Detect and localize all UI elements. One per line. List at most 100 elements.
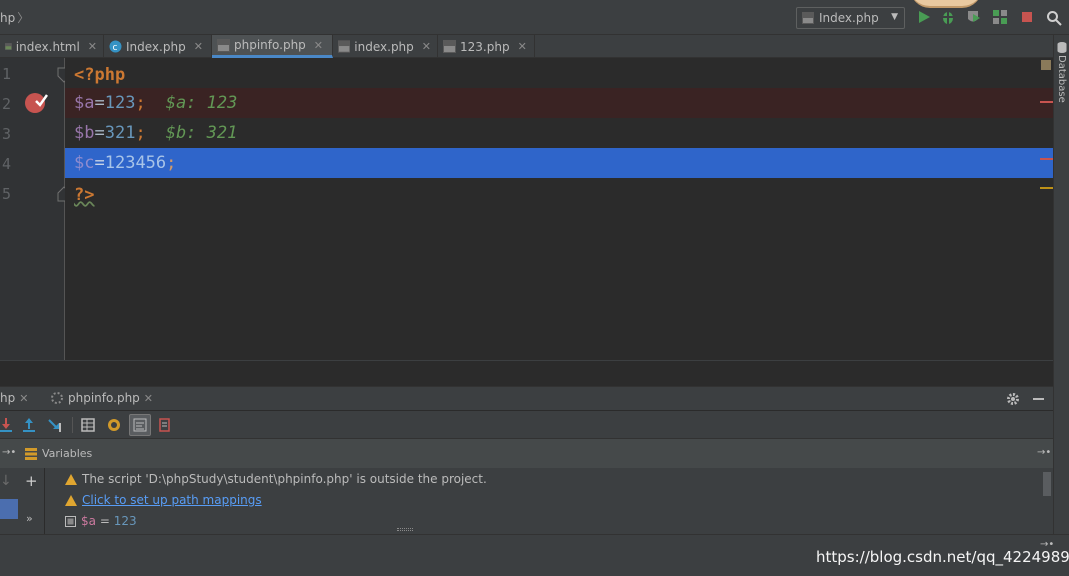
path-mapping-row: Click to set up path mappings (65, 493, 262, 507)
database-icon[interactable] (1057, 42, 1067, 53)
watermark: https://blog.csdn.net/qq_42249896 (816, 548, 1069, 566)
php-file-icon (802, 12, 814, 24)
tab-label: index.html (15, 39, 80, 54)
number: 321 (104, 123, 136, 143)
editor-gutter[interactable]: 1 2 3 4 5 (0, 58, 71, 360)
inspection-status-icon[interactable] (1041, 60, 1051, 70)
selected-frame[interactable] (0, 499, 18, 519)
variable: $a (74, 93, 95, 113)
inline-debug-value: $b: 321 (165, 123, 238, 143)
close-icon[interactable]: ✕ (518, 40, 527, 53)
more-icon[interactable]: » (26, 512, 33, 525)
tab-phpinfo-php[interactable]: phpinfo.php ✕ (212, 35, 333, 58)
path-mappings-link[interactable]: Click to set up path mappings (82, 493, 262, 507)
variable-row[interactable]: $a = 123 (65, 514, 137, 528)
run-config-label: Index.php (819, 11, 879, 25)
tab-123-php[interactable]: 123.php ✕ (438, 35, 535, 58)
semicolon: ; (135, 93, 146, 113)
debug-session-tabs: hp ✕ phpinfo.php ✕ (0, 386, 1053, 410)
semicolon: ; (166, 153, 177, 173)
tab-label: 123.php (460, 39, 510, 54)
tab-index-php[interactable]: index.php ✕ (333, 35, 438, 58)
line-number: 1 (2, 65, 12, 83)
pin-icon[interactable]: →• (1037, 447, 1051, 458)
close-icon[interactable]: ✕ (88, 40, 97, 53)
tab-label: index.php (354, 39, 414, 54)
line-number: 3 (2, 125, 12, 143)
step-into-icon[interactable] (0, 417, 14, 433)
chevron-down-icon: ▼ (891, 12, 898, 22)
code-line-5: ?> (65, 180, 1053, 210)
code-editor[interactable]: <?php $a=123; $a: 123 $b=321; $b: 321 $c=1… (65, 58, 1053, 360)
variables-icon (25, 448, 37, 460)
close-icon[interactable]: ✕ (314, 39, 323, 52)
run-to-cursor-icon[interactable] (47, 417, 63, 433)
coverage-icon[interactable] (966, 9, 982, 25)
database-tool-button[interactable]: Database (1056, 55, 1067, 103)
close-icon[interactable]: ✕ (194, 40, 203, 53)
toolbar-divider (72, 417, 73, 433)
code-line-3: $b=321; $b: 321 (65, 118, 1053, 148)
html-file-icon (5, 43, 12, 50)
gear-icon[interactable] (1006, 392, 1020, 406)
warning-icon (65, 494, 77, 506)
warning-stripe-mark[interactable] (1040, 187, 1053, 189)
minimize-icon[interactable] (1033, 398, 1044, 400)
close-icon[interactable]: ✕ (422, 40, 431, 53)
warning-text: The script 'D:\phpStudy\student\phpinfo.… (82, 472, 487, 486)
variable-eq: = (96, 514, 114, 528)
inline-values-icon (133, 418, 147, 432)
resize-handle[interactable] (397, 528, 413, 531)
listen-debug-icon[interactable] (992, 9, 1008, 25)
php-close-tag: ?> (74, 185, 95, 205)
variables-title: Variables (42, 447, 93, 460)
line-number: 4 (2, 155, 12, 173)
debug-tab-phpinfo[interactable]: phpinfo.php ✕ (50, 391, 153, 405)
php-file-icon (338, 40, 351, 53)
tab-index-html[interactable]: index.html ✕ (0, 35, 104, 58)
code-line-4-execution-point: $c=123456; (65, 148, 1053, 178)
debug-toolbar (0, 410, 1053, 438)
code-line-2: $a=123; $a: 123 (65, 88, 1053, 118)
close-icon[interactable]: ✕ (144, 392, 153, 405)
show-values-toggle[interactable] (129, 414, 151, 436)
php-class-icon: c (109, 40, 122, 53)
operator: = (94, 93, 105, 113)
warning-icon (65, 473, 77, 485)
run-icon[interactable] (916, 9, 932, 25)
right-tool-strip: Database (1053, 35, 1069, 576)
php-file-icon (217, 38, 230, 52)
add-watch-icon[interactable]: + (25, 472, 38, 490)
close-icon[interactable]: ✕ (19, 392, 28, 405)
operator: = (94, 123, 105, 143)
breakpoint-icon[interactable] (24, 90, 48, 114)
vertical-scrollbar[interactable] (1043, 472, 1051, 496)
variables-panel-header: →• Variables →• (0, 438, 1053, 468)
debug-tab-hp[interactable]: hp ✕ (0, 391, 28, 405)
evaluate-expression-icon[interactable] (80, 417, 96, 433)
number: 123456 (104, 153, 167, 173)
error-stripe-mark[interactable] (1040, 101, 1053, 103)
php-file-icon (51, 392, 63, 404)
php-file-icon (443, 40, 456, 53)
restore-layout-icon[interactable] (157, 417, 173, 433)
editor-tabs: index.html ✕ c Index.php ✕ phpinfo.php ✕… (0, 35, 1053, 58)
run-config-select[interactable]: Index.php ▼ (796, 7, 905, 29)
warning-message-row: The script 'D:\phpStudy\student\phpinfo.… (65, 472, 487, 486)
search-icon[interactable] (1046, 10, 1062, 26)
tab-index-php-class[interactable]: c Index.php ✕ (104, 35, 212, 58)
php-open-tag: <?php (74, 65, 126, 85)
tab-label: Index.php (126, 39, 186, 54)
line-number: 2 (2, 95, 12, 113)
tab-label: phpinfo.php (234, 38, 306, 52)
breadcrumb[interactable]: hp 〉 (0, 9, 29, 26)
watch-icon[interactable] (106, 417, 122, 433)
variables-tree[interactable]: The script 'D:\phpStudy\student\phpinfo.… (45, 468, 1053, 534)
step-out-icon[interactable] (21, 417, 37, 433)
arrow-down-icon[interactable]: ↓ (0, 473, 12, 489)
ide-window: hp 〉 Index.php ▼ index.html ✕ c Index.php… (0, 0, 1069, 576)
error-stripe-mark[interactable] (1040, 158, 1053, 160)
stop-icon[interactable] (1019, 9, 1035, 25)
debug-icon[interactable] (940, 9, 956, 25)
pin-icon[interactable]: →• (2, 447, 16, 458)
